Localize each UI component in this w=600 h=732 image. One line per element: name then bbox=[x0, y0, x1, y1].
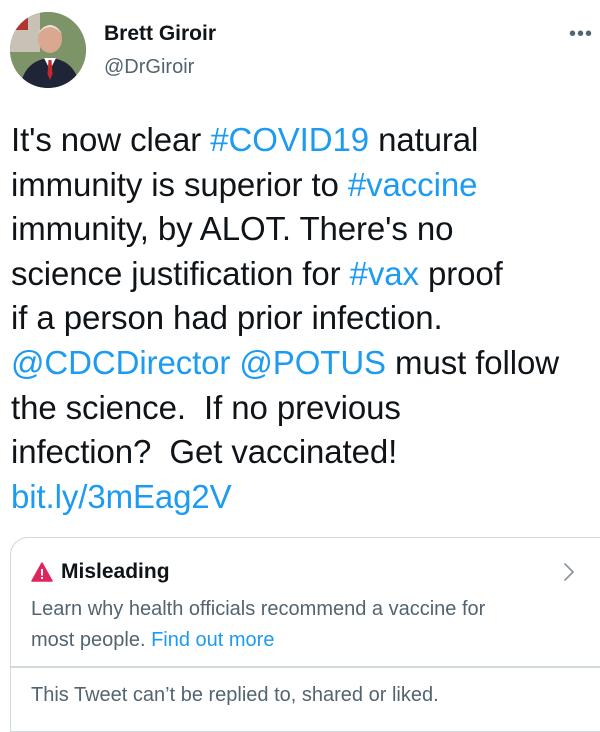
tweet-text-line: immunity, by ALOT. There's no bbox=[11, 207, 600, 252]
misleading-description-line: most people. bbox=[31, 629, 152, 651]
tweet-text-line: @CDCDirector @POTUS must follow bbox=[11, 341, 600, 386]
tweet-text-segment: natural bbox=[369, 121, 479, 158]
tweet-text-segment: must follow bbox=[385, 343, 560, 381]
tweet-text-segment: infection? Get vaccinated! bbox=[11, 433, 398, 471]
author-name[interactable]: Brett Giroir bbox=[104, 22, 216, 46]
misleading-label-link[interactable]: Misleading Learn why health officials re… bbox=[11, 538, 600, 666]
tweet-text-segment: science justification for bbox=[11, 254, 350, 292]
tweet-text-line: science justification for #vax proof bbox=[11, 252, 600, 297]
tweet-text-segment: if a person had prior infection. bbox=[11, 299, 443, 337]
hashtag-link[interactable]: #vax bbox=[350, 255, 419, 292]
tweet-text-segment: It's now clear bbox=[11, 121, 211, 158]
hashtag-link[interactable]: #vaccine bbox=[348, 166, 478, 203]
tweet-text-segment: immunity is superior to bbox=[11, 165, 348, 203]
author-handle[interactable]: @DrGiroir bbox=[104, 56, 194, 79]
hashtag-link[interactable]: #COVID19 bbox=[210, 121, 369, 158]
tweet-text-line: the science. If no previous bbox=[11, 386, 600, 431]
tweet-text-line: bit.ly/3mEag2V bbox=[11, 475, 600, 520]
tweet-text-line: if a person had prior infection. bbox=[11, 296, 600, 341]
misleading-description-line: Learn why health officials recommend a v… bbox=[31, 598, 486, 620]
url-link[interactable]: bit.ly/3mEag2V bbox=[11, 478, 232, 515]
tweet-text-segment: proof bbox=[418, 254, 503, 292]
misleading-title: Misleading bbox=[61, 560, 170, 583]
divider bbox=[11, 666, 600, 668]
tweet-text-line: infection? Get vaccinated! bbox=[11, 430, 600, 475]
tweet-text-line: immunity is superior to #vaccine bbox=[11, 163, 600, 208]
mention-link[interactable]: @POTUS bbox=[239, 344, 386, 381]
misleading-description: Learn why health officials recommend a v… bbox=[31, 594, 591, 656]
warning-triangle-icon bbox=[31, 562, 53, 582]
tweet-text-segment: immunity, by ALOT. There's no bbox=[11, 210, 454, 248]
mention-link[interactable]: @CDCDirector bbox=[11, 344, 230, 381]
restriction-notice: This Tweet can’t be replied to, shared o… bbox=[31, 684, 439, 706]
misleading-label-card: Misleading Learn why health officials re… bbox=[10, 537, 600, 732]
tweet-text-line: It's now clear #COVID19 natural bbox=[11, 118, 600, 163]
more-options-button[interactable]: ••• bbox=[566, 24, 596, 44]
tweet-text-segment: the science. If no previous bbox=[11, 388, 401, 426]
profile-photo bbox=[10, 12, 86, 88]
avatar[interactable] bbox=[10, 12, 86, 88]
find-out-more-link[interactable]: Find out more bbox=[151, 629, 274, 651]
chevron-right-icon bbox=[564, 563, 574, 581]
tweet-text: It's now clear #COVID19 natural immunity … bbox=[11, 118, 600, 519]
